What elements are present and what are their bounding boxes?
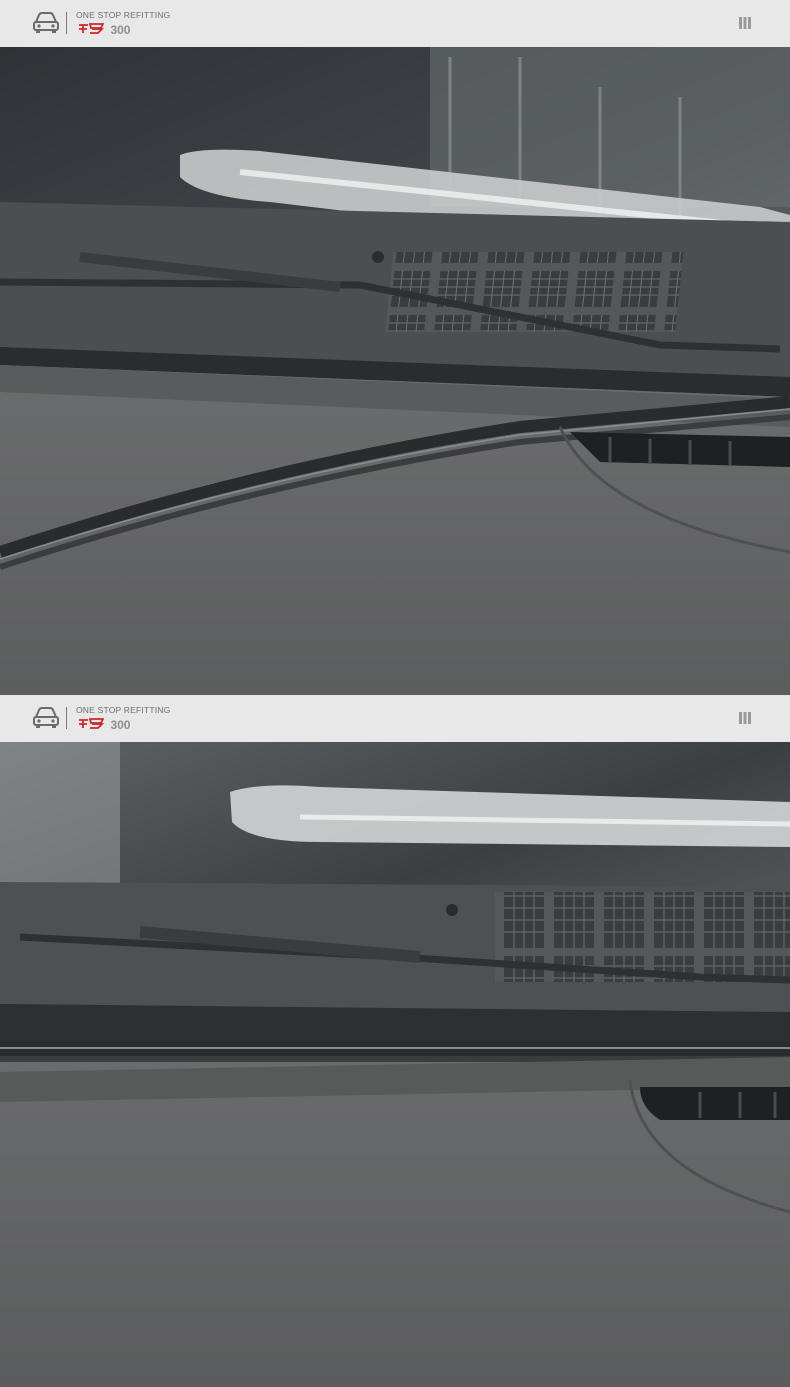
windshield-seal-photo <box>0 47 790 695</box>
menu-icon[interactable] <box>737 711 753 725</box>
product-image-panel-2: ONE STOP REFITTING 300 <box>0 695 790 1387</box>
brand-tagline: ONE STOP REFITTING <box>76 705 171 715</box>
header-divider <box>66 707 67 729</box>
product-photo <box>0 47 790 695</box>
brand-logo: 300 <box>78 716 131 732</box>
brand-header: ONE STOP REFITTING 300 <box>0 695 790 742</box>
brand-model-number: 300 <box>110 717 131 732</box>
car-front-icon <box>33 12 59 33</box>
menu-icon[interactable] <box>737 16 753 30</box>
product-photo <box>0 742 790 1387</box>
brand-header: ONE STOP REFITTING 300 <box>0 0 790 47</box>
car-front-icon <box>33 707 59 728</box>
header-divider <box>66 12 67 34</box>
brand-model-number: 300 <box>110 22 131 37</box>
windshield-seal-photo <box>0 742 790 1387</box>
brand-logo-mark <box>79 718 104 730</box>
brand-logo-mark <box>79 23 104 35</box>
product-image-panel-1: ONE STOP REFITTING 300 <box>0 0 790 695</box>
brand-tagline: ONE STOP REFITTING <box>76 10 171 20</box>
brand-logo: 300 <box>78 21 131 37</box>
